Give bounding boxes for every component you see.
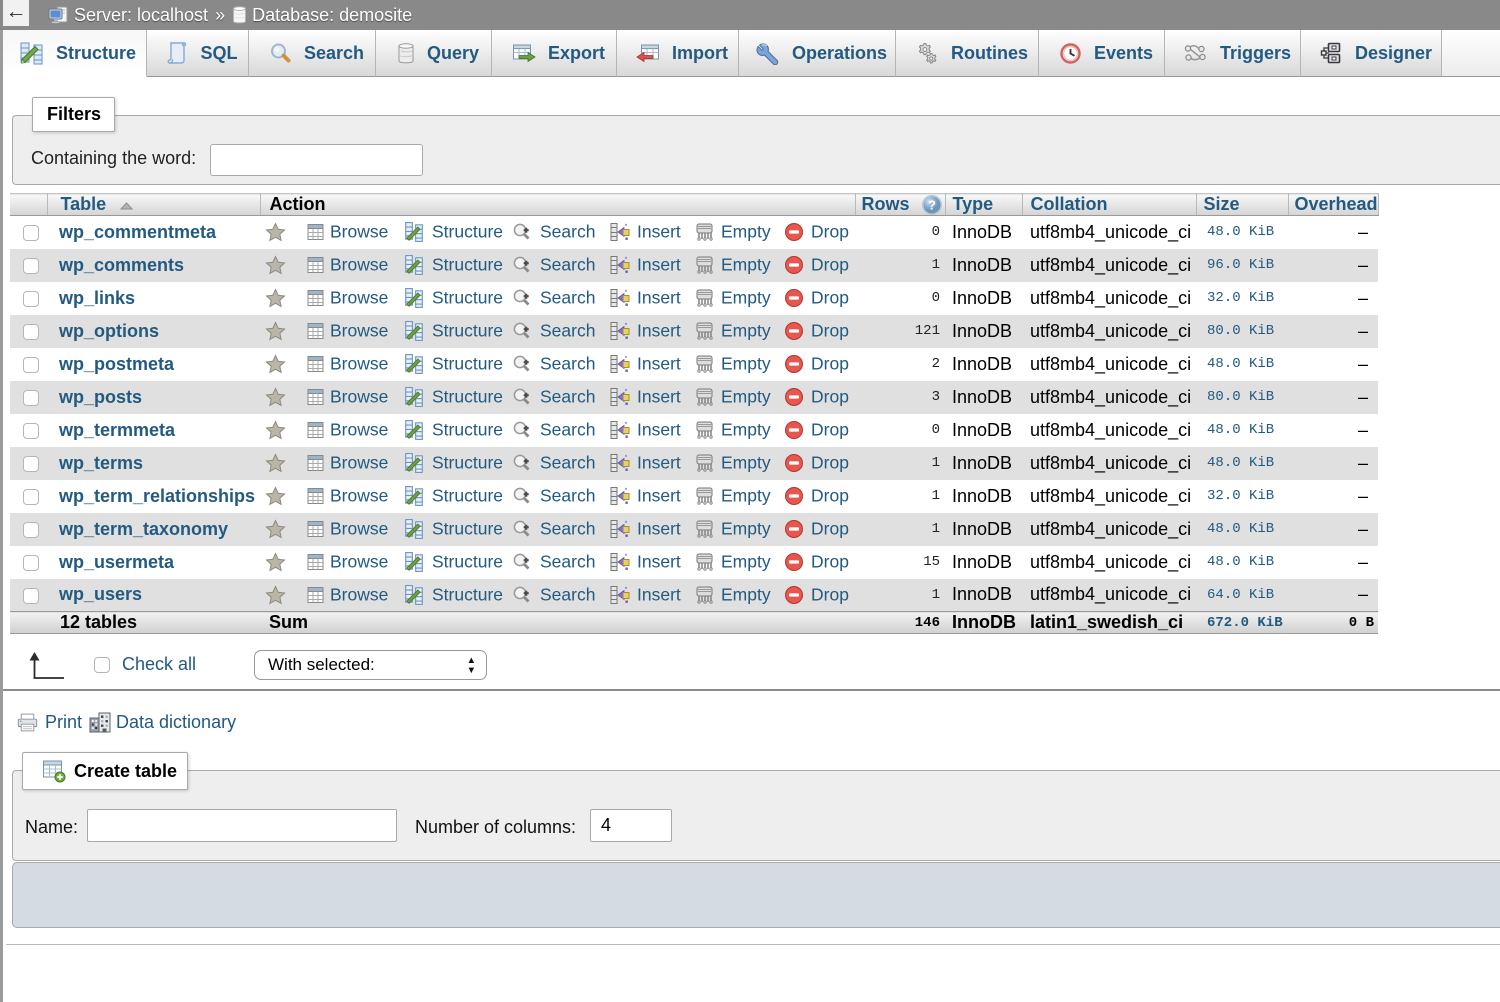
svg-text:?: ?	[928, 198, 936, 213]
